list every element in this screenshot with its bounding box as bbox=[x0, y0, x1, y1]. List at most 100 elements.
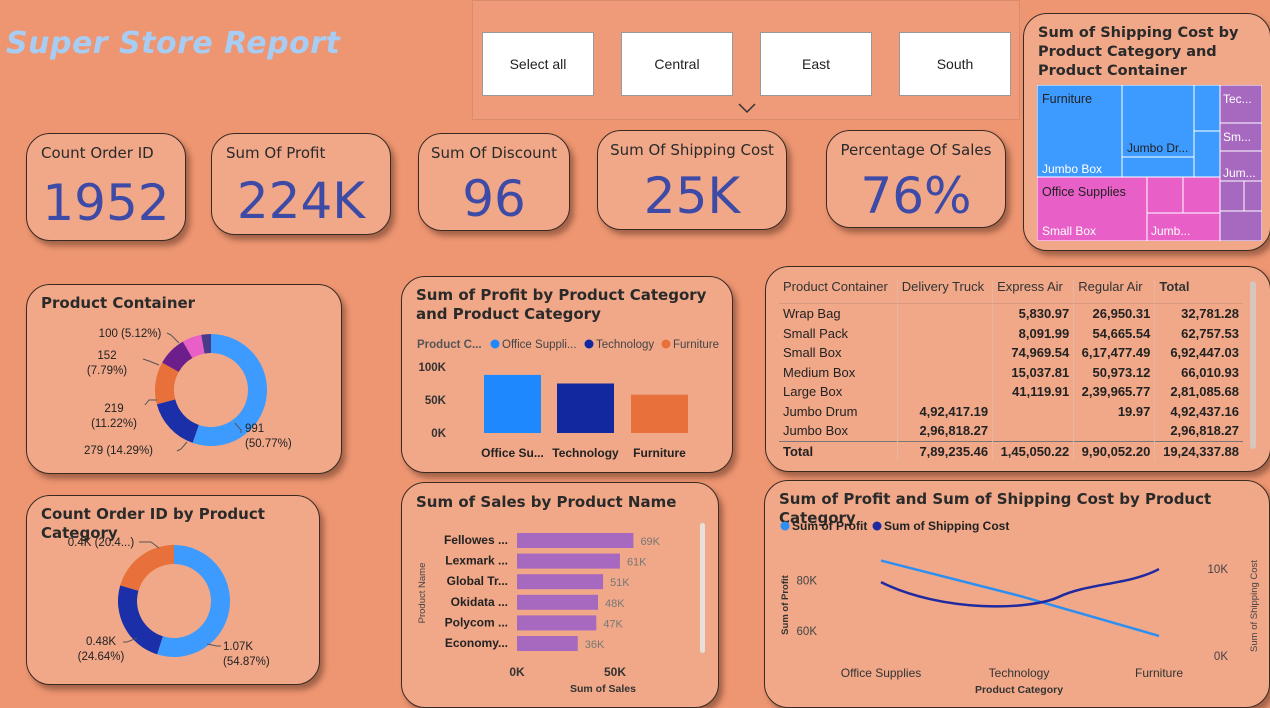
label-leader bbox=[176, 441, 188, 452]
matrix-cell: 54,665.54 bbox=[1073, 323, 1155, 343]
legend-marker bbox=[872, 521, 882, 531]
kpi-value: 1952 bbox=[42, 174, 170, 232]
data-label: 61K bbox=[627, 557, 647, 569]
matrix-container: Product Container Delivery Truck Express A… bbox=[779, 279, 1259, 465]
data-label: 152 (7.79%) bbox=[87, 350, 127, 377]
kpi-sum-profit: Sum Of Profit 224K bbox=[211, 133, 391, 235]
product-container-matrix[interactable]: Product Container Delivery Truck Express A… bbox=[779, 279, 1243, 461]
x-tick-label: Furniture bbox=[633, 446, 686, 460]
legend-title: Product C... bbox=[417, 339, 482, 351]
treemap-label: Furniture bbox=[1042, 92, 1092, 106]
matrix-cell: Jumbo Box bbox=[783, 423, 849, 439]
x-tick-label: Technology bbox=[552, 446, 619, 460]
product-container-donut[interactable]: 991 (50.77%) 279 (14.29%) 219 (11.22%) 152 (7.… bbox=[27, 285, 342, 474]
treemap-label: Jum... bbox=[1223, 166, 1256, 180]
matrix-cell: Jumbo Drum bbox=[783, 403, 858, 419]
matrix-header-cell[interactable]: Express Air bbox=[992, 279, 1074, 304]
matrix-cell: 5,830.97 bbox=[992, 303, 1074, 324]
x-axis-title: Product Category bbox=[975, 684, 1063, 696]
profit-category-bar-chart[interactable]: Product C... Office Suppli... Technology Fu… bbox=[402, 277, 733, 473]
bar[interactable] bbox=[517, 636, 578, 651]
matrix-header-cell[interactable]: Regular Air bbox=[1073, 279, 1155, 304]
slicer-central-button[interactable]: Central bbox=[621, 32, 733, 96]
legend-label: Office Suppli... bbox=[502, 339, 577, 351]
label-leader bbox=[166, 332, 180, 344]
bar[interactable] bbox=[517, 574, 604, 590]
x-tick-label: Office Supplies bbox=[841, 666, 922, 680]
donut-slice[interactable] bbox=[156, 399, 199, 443]
data-label: 69K bbox=[640, 536, 660, 548]
matrix-row: Large Box 41,119.91 2,39,965.77 2,81,085.68 bbox=[779, 382, 1243, 402]
data-label: 219 (11.22%) bbox=[91, 403, 137, 430]
treemap-title: Sum of Shipping Cost by Product Category… bbox=[1038, 25, 1239, 79]
slicer-select-all-button[interactable]: Select all bbox=[482, 32, 594, 96]
bar[interactable] bbox=[631, 394, 688, 433]
treemap-label: Jumbo Dr... bbox=[1127, 141, 1188, 155]
matrix-cell bbox=[896, 362, 993, 382]
matrix-header-cell[interactable]: Total bbox=[1154, 279, 1243, 304]
matrix-cell: 19.97 bbox=[1073, 401, 1155, 421]
label-leader bbox=[206, 643, 221, 647]
y-axis-title: Sum of Profit bbox=[780, 574, 791, 634]
y-tick-label: 60K bbox=[797, 626, 818, 638]
legend-label: Sum of Shipping Cost bbox=[884, 519, 1009, 533]
chevron-down-icon[interactable] bbox=[737, 101, 757, 115]
bar[interactable] bbox=[484, 374, 541, 433]
matrix-row: Small Box 74,969.54 6,17,477.49 6,92,447.03 bbox=[779, 343, 1243, 363]
matrix-header-cell[interactable]: Product Container bbox=[779, 279, 898, 304]
data-label: 48K bbox=[605, 598, 625, 610]
matrix-cell: 32,781.28 bbox=[1154, 303, 1243, 324]
matrix-cell: 4,92,417.19 bbox=[896, 401, 993, 421]
matrix-cell: 6,92,447.03 bbox=[1154, 343, 1243, 363]
count-order-category-donut[interactable]: 1.07K (54.87%) 0.48K (24.64%) 0.4K (20.4...) bbox=[27, 496, 320, 685]
profit-shipping-line-chart[interactable]: Sum of Profit Sum of Shipping Cost 80K 60K 1… bbox=[765, 481, 1270, 708]
matrix-cell: Total bbox=[783, 443, 814, 459]
data-label: 991 (50.77%) bbox=[245, 423, 292, 450]
matrix-cell: Medium Box bbox=[783, 364, 856, 380]
treemap-tile-technology[interactable] bbox=[1219, 85, 1262, 241]
matrix-scrollbar[interactable] bbox=[1250, 281, 1256, 449]
matrix-cell: 2,96,818.27 bbox=[896, 421, 993, 441]
x-tick-label: 50K bbox=[604, 665, 626, 679]
matrix-cell: 19,24,337.88 bbox=[1154, 441, 1243, 461]
donut-slice[interactable] bbox=[120, 545, 174, 591]
x-tick-label: Office Su... bbox=[481, 446, 544, 460]
matrix-cell: 2,39,965.77 bbox=[1073, 382, 1155, 402]
matrix-cell: Wrap Bag bbox=[783, 306, 841, 322]
bar[interactable] bbox=[517, 553, 620, 569]
matrix-header-cell[interactable]: Delivery Truck bbox=[896, 279, 993, 304]
y2-axis-title: Sum of Shipping Cost bbox=[1249, 560, 1260, 652]
treemap-label: Small Box bbox=[1042, 224, 1096, 238]
bar[interactable] bbox=[517, 533, 634, 548]
matrix-cell: 62,757.53 bbox=[1154, 323, 1243, 343]
kpi-value: 96 bbox=[462, 170, 526, 228]
y-tick-label: Fellowes ... bbox=[444, 533, 508, 547]
matrix-cell bbox=[896, 323, 993, 343]
matrix-row: Wrap Bag 5,830.97 26,950.31 32,781.28 bbox=[779, 303, 1243, 324]
slicer-east-button[interactable]: East bbox=[760, 32, 872, 96]
bar[interactable] bbox=[517, 594, 598, 610]
matrix-cell: Large Box bbox=[783, 384, 843, 400]
x-tick-label: Technology bbox=[989, 666, 1050, 680]
line-series-shipping[interactable] bbox=[880, 567, 1160, 608]
sales-product-bar-chart[interactable]: Fellowes ... 69K Lexmark ... 61K Global Tr..… bbox=[402, 483, 719, 708]
matrix-cell bbox=[896, 382, 993, 402]
legend-label: Sum of Profit bbox=[792, 519, 867, 533]
sales-chart-scrollbar[interactable] bbox=[700, 523, 705, 653]
y2-tick-label: 0K bbox=[1214, 651, 1228, 663]
count-order-category-card: Count Order ID by Product Category 1.07K… bbox=[26, 495, 320, 685]
y-tick-label: 50K bbox=[425, 395, 447, 407]
y-tick-label: Polycom ... bbox=[445, 615, 508, 629]
donut-slice[interactable] bbox=[118, 585, 163, 655]
treemap-label: Office Supplies bbox=[1042, 185, 1126, 199]
kpi-label: Sum Of Profit bbox=[226, 144, 326, 162]
y-tick-label: 0K bbox=[431, 428, 446, 440]
x-tick-label: 0K bbox=[509, 665, 525, 679]
legend-marker bbox=[490, 339, 500, 349]
bar[interactable] bbox=[517, 615, 597, 631]
bar[interactable] bbox=[557, 383, 614, 434]
kpi-value: 25K bbox=[643, 167, 741, 225]
treemap-chart[interactable]: Furniture Jumbo Box Jumbo Dr... Tec... S… bbox=[1037, 85, 1262, 241]
matrix-cell: 66,010.93 bbox=[1154, 362, 1243, 382]
slicer-south-button[interactable]: South bbox=[899, 32, 1011, 96]
